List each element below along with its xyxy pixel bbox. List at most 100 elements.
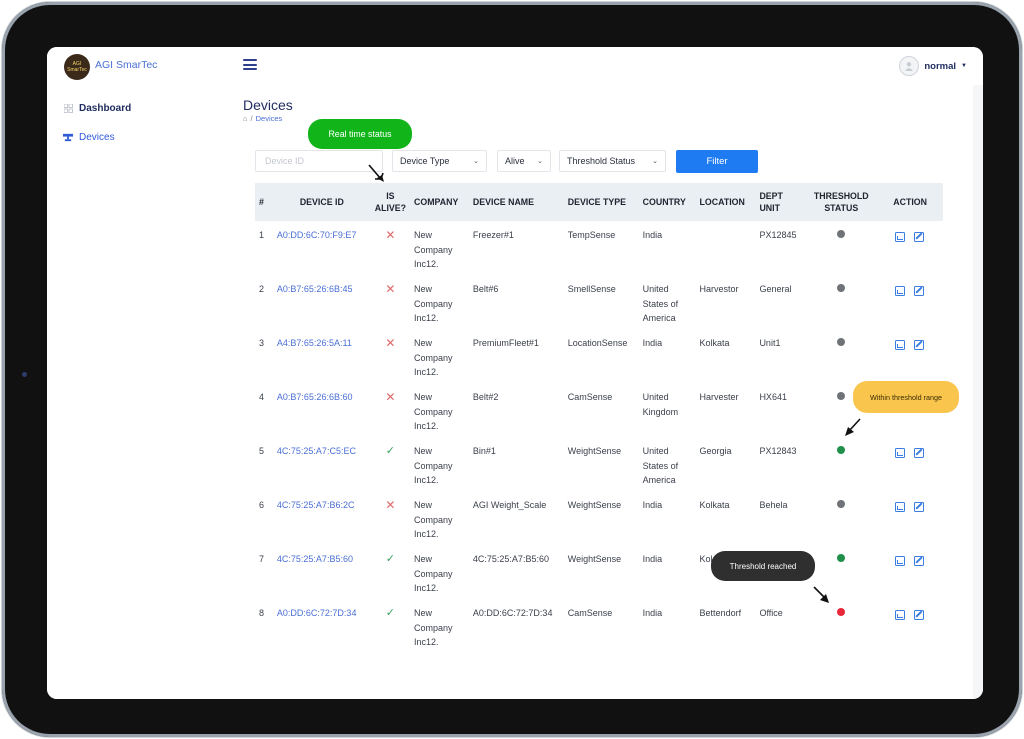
device-id-field[interactable] <box>255 150 383 172</box>
device-id-input[interactable] <box>263 155 375 167</box>
country-cell: United States of America <box>642 284 679 323</box>
table-header-row: # DEVICE ID IS ALIVE? COMPANY DEVICE NAM… <box>255 183 943 221</box>
edit-icon[interactable] <box>914 556 925 566</box>
device-type-cell: CamSense <box>567 392 613 402</box>
device-id-link[interactable]: A0:B7:65:26:6B:60 <box>273 383 371 437</box>
cross-icon: ✕ <box>385 498 396 512</box>
table-row[interactable]: 4 A0:B7:65:26:6B:60 ✕ New Company Inc12. Bel… <box>255 383 943 437</box>
status-dot-icon <box>837 392 846 400</box>
view-icon[interactable] <box>895 610 906 620</box>
col-device-id[interactable]: DEVICE ID <box>273 183 371 221</box>
chevron-down-icon: ⌄ <box>652 158 658 165</box>
annotation-arrow <box>368 164 384 182</box>
action-cell <box>877 221 943 275</box>
device-name-cell: A0:DD:6C:72:7D:34 <box>472 608 553 618</box>
alive-select[interactable]: Alive ⌄ <box>497 150 551 172</box>
table-row[interactable]: 5 4C:75:25:A7:C5:EC ✓ New Company Inc12. Bin… <box>255 437 943 491</box>
table-row[interactable]: 8 A0:DD:6C:72:7D:34 ✓ New Company Inc12. A0:… <box>255 599 943 653</box>
col-dept-unit[interactable]: DEPT UNIT <box>755 183 805 221</box>
brand-logo[interactable]: AGI SmarTec <box>64 54 90 80</box>
view-icon[interactable] <box>895 340 906 350</box>
row-number: 4 <box>259 392 265 402</box>
col-company[interactable]: COMPANY <box>410 183 469 221</box>
device-type-cell: WeightSense <box>567 446 622 456</box>
device-name-cell: AGI Weight_Scale <box>472 500 547 510</box>
camera-dot <box>22 372 27 377</box>
action-buttons <box>895 282 939 296</box>
location-cell: Harvester <box>699 392 739 402</box>
company-cell: New Company Inc12. <box>414 230 453 269</box>
device-type-select[interactable]: Device Type ⌄ <box>392 150 487 172</box>
col-threshold-status[interactable]: THRESHOLD STATUS <box>805 183 877 221</box>
sidebar-item-label: Devices <box>79 132 115 143</box>
sidebar-item-dashboard[interactable]: Dashboard <box>63 103 131 114</box>
scrollbar[interactable] <box>973 85 983 699</box>
chevron-down-icon: ⌄ <box>537 158 543 165</box>
alive-cell: ✕ <box>371 329 410 383</box>
edit-icon[interactable] <box>914 502 925 512</box>
table-row[interactable]: 3 A4:B7:65:26:5A:11 ✕ New Company Inc12. Pre… <box>255 329 943 383</box>
alive-cell: ✕ <box>371 383 410 437</box>
location-cell: Kolkata <box>699 338 730 348</box>
edit-icon[interactable] <box>914 232 925 242</box>
dept-unit-cell: HX641 <box>759 392 787 402</box>
device-id-link[interactable]: 4C:75:25:A7:B5:60 <box>273 545 371 599</box>
view-icon[interactable] <box>895 232 906 242</box>
device-name-cell: Bin#1 <box>472 446 496 456</box>
country-cell: India <box>642 554 663 564</box>
device-id-link[interactable]: A0:DD:6C:72:7D:34 <box>273 599 371 653</box>
user-menu[interactable]: normal ▼ <box>899 56 967 76</box>
edit-icon[interactable] <box>914 340 925 350</box>
device-name-cell: Belt#6 <box>472 284 499 294</box>
threshold-status-cell <box>805 599 877 653</box>
sidebar-item-devices[interactable]: Devices <box>63 132 115 143</box>
home-icon[interactable]: ⌂ <box>243 114 248 123</box>
device-id-link[interactable]: A0:B7:65:26:6B:45 <box>273 275 371 329</box>
table-row[interactable]: 7 4C:75:25:A7:B5:60 ✓ New Company Inc12. 4C:… <box>255 545 943 599</box>
action-buttons <box>895 606 939 620</box>
status-dot-icon <box>837 446 846 454</box>
alive-cell: ✕ <box>371 491 410 545</box>
device-name-cell: 4C:75:25:A7:B5:60 <box>472 554 549 564</box>
filter-button[interactable]: Filter <box>676 150 758 173</box>
country-cell: United States of America <box>642 446 679 485</box>
device-id-link[interactable]: A4:B7:65:26:5A:11 <box>273 329 371 383</box>
breadcrumb-current[interactable]: Devices <box>256 114 283 123</box>
chevron-down-icon: ▼ <box>961 63 967 69</box>
device-type-cell: TempSense <box>567 230 616 240</box>
action-buttons <box>895 444 939 458</box>
status-dot-icon <box>837 284 846 292</box>
brand-name[interactable]: AGI SmarTec <box>95 59 157 71</box>
cross-icon: ✕ <box>385 336 396 350</box>
table-row[interactable]: 1 A0:DD:6C:70:F9:E7 ✕ New Company Inc12. Fre… <box>255 221 943 275</box>
view-icon[interactable] <box>895 448 906 458</box>
edit-icon[interactable] <box>914 286 925 296</box>
annotation-arrow <box>845 418 861 436</box>
row-number: 2 <box>259 284 265 294</box>
alive-cell: ✓ <box>371 545 410 599</box>
col-country[interactable]: COUNTRY <box>639 183 696 221</box>
table-row[interactable]: 6 4C:75:25:A7:B6:2C ✕ New Company Inc12. AGI… <box>255 491 943 545</box>
company-cell: New Company Inc12. <box>414 446 453 485</box>
table-row[interactable]: 2 A0:B7:65:26:6B:45 ✕ New Company Inc12. Bel… <box>255 275 943 329</box>
col-device-type[interactable]: DEVICE TYPE <box>564 183 639 221</box>
status-dot-icon <box>837 230 846 238</box>
threshold-status-select[interactable]: Threshold Status ⌄ <box>559 150 666 172</box>
col-is-alive[interactable]: IS ALIVE? <box>371 183 410 221</box>
view-icon[interactable] <box>895 556 906 566</box>
dept-unit-cell: Unit1 <box>759 338 781 348</box>
location-cell: Kolkata <box>699 500 730 510</box>
menu-toggle-icon[interactable] <box>243 59 257 70</box>
action-cell <box>877 599 943 653</box>
col-location[interactable]: LOCATION <box>696 183 756 221</box>
view-icon[interactable] <box>895 502 906 512</box>
edit-icon[interactable] <box>914 448 925 458</box>
edit-icon[interactable] <box>914 610 925 620</box>
check-icon: ✓ <box>385 445 395 457</box>
dept-unit-cell: PX12843 <box>759 446 797 456</box>
col-device-name[interactable]: DEVICE NAME <box>469 183 564 221</box>
device-id-link[interactable]: A0:DD:6C:70:F9:E7 <box>273 221 371 275</box>
device-id-link[interactable]: 4C:75:25:A7:B6:2C <box>273 491 371 545</box>
device-id-link[interactable]: 4C:75:25:A7:C5:EC <box>273 437 371 491</box>
view-icon[interactable] <box>895 286 906 296</box>
